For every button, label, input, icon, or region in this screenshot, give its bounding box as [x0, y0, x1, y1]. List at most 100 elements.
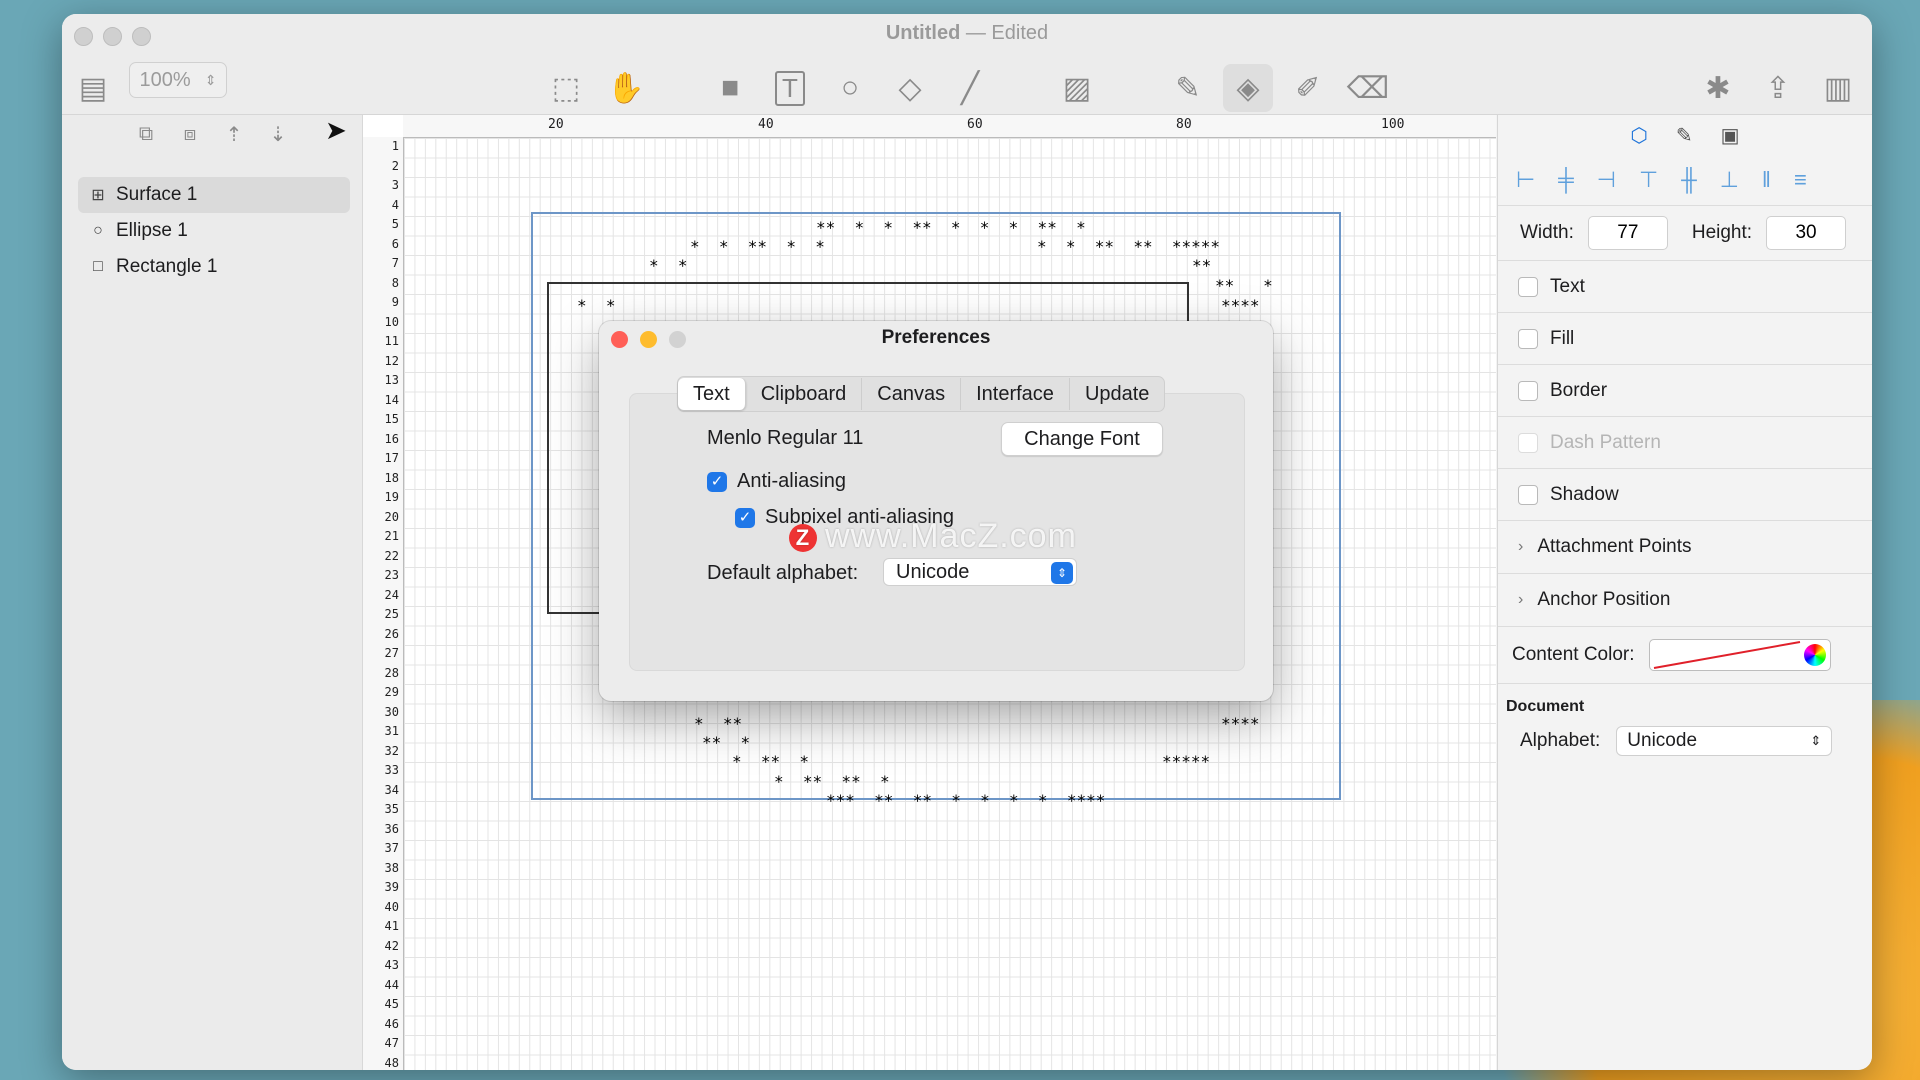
fill-checkbox-row[interactable]: Fill — [1498, 313, 1872, 365]
tab-text[interactable]: Text — [678, 378, 746, 410]
tab-canvas[interactable]: Canvas — [862, 378, 962, 410]
eyedropper-tool-button[interactable]: ✐ — [1283, 64, 1333, 112]
rectangle-icon: ■ — [720, 71, 740, 104]
distribute-horizontal-icon[interactable]: ‖ — [1762, 167, 1771, 193]
ruler-row-number: 17 — [384, 451, 399, 465]
checkmark-icon[interactable]: ✓ — [735, 507, 755, 528]
ruler-row-number: 16 — [384, 431, 399, 446]
ruler-row-number: 18 — [384, 470, 399, 485]
document-name: Untitled — [885, 22, 961, 44]
checkbox[interactable] — [1518, 328, 1538, 349]
checkbox-label: Text — [1550, 275, 1585, 297]
rectangle-tool-button[interactable]: ■ — [705, 64, 755, 112]
checkbox[interactable] — [1518, 276, 1538, 297]
ruler-tick: 60 — [967, 117, 983, 132]
ruler-row-number: 14 — [384, 392, 399, 407]
paint-bucket-icon: ◈ — [1236, 71, 1260, 105]
layer-item-surface[interactable]: ⊞ Surface 1 — [78, 177, 350, 213]
checkbox — [1518, 432, 1538, 453]
ellipse-tool-button[interactable]: ○ — [825, 64, 875, 112]
align-middle-icon[interactable]: ╫ — [1681, 167, 1697, 193]
watermark-logo: Z — [789, 524, 817, 553]
shape-tab-icon[interactable]: ⬡ — [1630, 123, 1647, 148]
diamond-icon: ◇ — [898, 71, 922, 105]
watermark: Zwww.MacZ.com — [789, 517, 1077, 556]
ruler-row-number: 31 — [384, 724, 399, 738]
checkbox[interactable] — [1518, 380, 1538, 401]
vertical-ruler: 1 2 3 4 5 6 7 8 9 10 11 12 13 14 15 16 17 18 19 20 21 22 23 24 2… — [363, 137, 404, 1070]
content-color-row: Content Color: — [1498, 627, 1872, 684]
ascii-art-line: *** ** ** * * * * **** — [826, 791, 1106, 810]
border-checkbox-row[interactable]: Border — [1498, 365, 1872, 417]
layer-item-ellipse[interactable]: ○ Ellipse 1 — [78, 213, 350, 249]
color-well[interactable] — [1648, 639, 1831, 671]
ruler-tick: 100 — [1381, 117, 1405, 132]
pencil-tool-button[interactable]: ✎ — [1163, 64, 1213, 112]
anchor-position-disclosure[interactable]: › Anchor Position — [1498, 574, 1872, 627]
anti-aliasing-checkbox[interactable]: ✓ Anti-aliasing — [707, 470, 846, 493]
ruler-row-number: 38 — [384, 860, 399, 875]
document-section-title: Document — [1506, 698, 1585, 715]
checkbox[interactable] — [1518, 484, 1538, 505]
stepper-icon: ⇕ — [1810, 733, 1822, 748]
text-checkbox-row[interactable]: Text — [1498, 261, 1872, 313]
align-right-icon[interactable]: ⊣ — [1597, 167, 1616, 193]
image-tool-button[interactable]: ▨ — [1052, 64, 1102, 112]
change-font-button[interactable]: Change Font — [1001, 422, 1163, 456]
ruler-tick: 80 — [1176, 117, 1192, 132]
ungroup-icon[interactable]: ⧈ — [176, 120, 204, 148]
ascii-art-line: ***** — [1162, 752, 1211, 771]
watermark-text: www.MacZ.com — [825, 517, 1077, 555]
text-tool-button[interactable]: T — [765, 64, 815, 112]
ruler-row-number: 5 — [391, 217, 399, 231]
align-center-icon[interactable]: ╪ — [1558, 167, 1574, 193]
checkmark-icon[interactable]: ✓ — [707, 471, 727, 492]
ruler-row-number: 39 — [384, 880, 399, 894]
align-left-icon[interactable]: ⊢ — [1516, 167, 1535, 193]
ruler-row-number: 35 — [384, 802, 399, 816]
share-button[interactable]: ⇪ — [1753, 64, 1803, 112]
circle-icon: ○ — [93, 222, 103, 239]
tab-update[interactable]: Update — [1070, 378, 1165, 410]
ascii-art-line: ** * — [1215, 276, 1273, 295]
hand-tool-button[interactable]: ✋ — [601, 64, 651, 112]
align-bottom-icon[interactable]: ⊥ — [1720, 167, 1739, 193]
default-alphabet-select[interactable]: Unicode ⇕ — [883, 558, 1077, 586]
width-field[interactable] — [1587, 216, 1668, 250]
diamond-tool-button[interactable]: ◇ — [885, 64, 935, 112]
inspector-toggle-button[interactable]: ▥ — [1813, 64, 1863, 112]
sidebar-toggle-button[interactable]: ▤ — [68, 64, 118, 112]
alphabet-select[interactable]: Unicode ⇕ — [1616, 726, 1833, 756]
zoom-select[interactable]: 100% ⇕ — [129, 62, 227, 98]
send-backward-icon[interactable]: ⇣ — [264, 120, 292, 148]
image-icon: ▨ — [1062, 71, 1092, 105]
default-alphabet-label: Default alphabet: — [707, 562, 859, 584]
height-field[interactable] — [1766, 216, 1847, 250]
ascii-art-line: * ** — [694, 714, 743, 733]
ruler-row-number: 40 — [384, 899, 399, 914]
no-color-slash — [1653, 641, 1800, 669]
distribute-vertical-icon[interactable]: ≡ — [1794, 167, 1807, 193]
select-tool-button[interactable]: ⬚ — [541, 64, 591, 112]
line-tool-button[interactable]: ╱ — [945, 64, 995, 112]
group-icon[interactable]: ⧉ — [132, 120, 160, 148]
ruler-tick: 20 — [548, 117, 564, 132]
style-tab-icon[interactable]: ✎ — [1676, 123, 1693, 148]
layer-label: Surface 1 — [116, 184, 198, 205]
shadow-checkbox-row[interactable]: Shadow — [1498, 469, 1872, 521]
color-wheel-icon[interactable] — [1803, 644, 1826, 666]
layer-item-rectangle[interactable]: □ Rectangle 1 — [78, 249, 350, 285]
document-tab-icon[interactable]: ▣ — [1721, 123, 1740, 148]
align-top-icon[interactable]: ⊤ — [1639, 167, 1658, 193]
ruler-row-number: 43 — [384, 958, 399, 972]
inspector-panel: ⬡ ✎ ▣ ⊢ ╪ ⊣ ⊤ ╫ ⊥ ‖ ≡ Width: Height: Tex… — [1497, 115, 1872, 1070]
ruler-row-number: 26 — [384, 626, 399, 641]
eraser-tool-button[interactable]: ⌫ — [1343, 64, 1393, 112]
tab-interface[interactable]: Interface — [961, 378, 1070, 410]
special-chars-button[interactable]: ✱ — [1693, 64, 1743, 112]
attachment-points-disclosure[interactable]: › Attachment Points — [1498, 521, 1872, 574]
tab-clipboard[interactable]: Clipboard — [746, 378, 863, 410]
fill-tool-button[interactable]: ◈ — [1223, 64, 1273, 112]
bring-forward-icon[interactable]: ⇡ — [220, 120, 248, 148]
edited-status: — Edited — [965, 22, 1049, 44]
